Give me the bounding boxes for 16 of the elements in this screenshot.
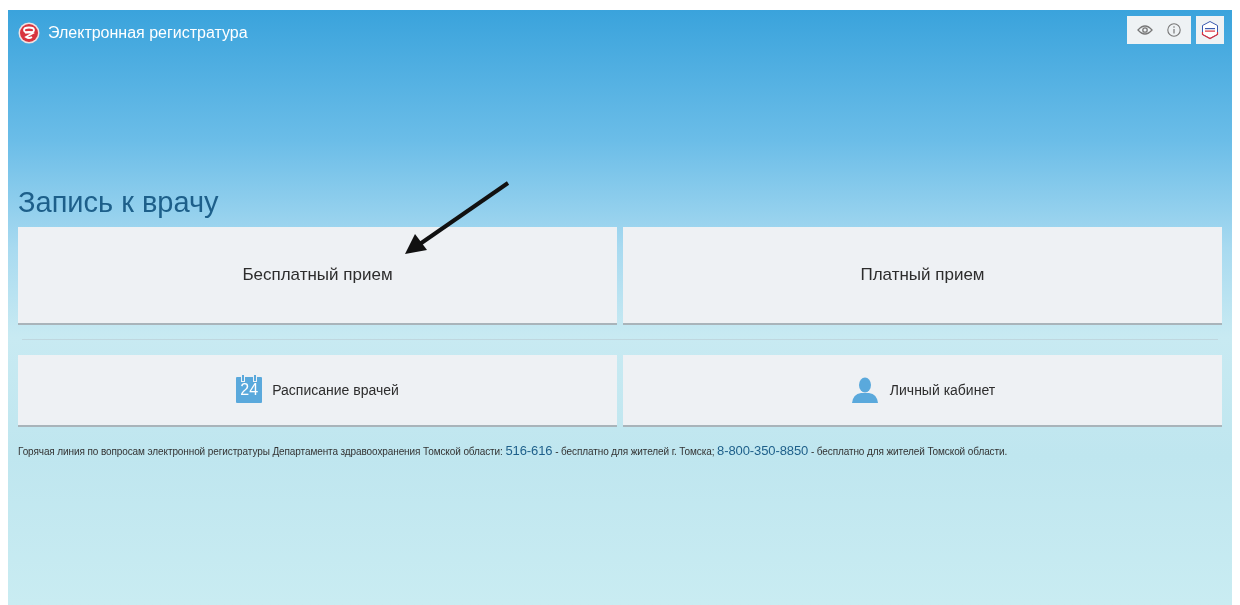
hotline-text: Горячая линия по вопросам электронной регистратуры Департамента здравоохранения Томской области: 516-616 - бесплатно для жителей г. Томска; 8-800-350-8850 - бесплатно для жителей Томской области. (18, 443, 1009, 458)
hexagon-logo-icon (1200, 20, 1220, 40)
portal-button[interactable] (1196, 16, 1224, 44)
phone-link[interactable]: 8-800-350-8850 (717, 443, 809, 458)
eye-icon (1137, 24, 1153, 36)
appointment-button[interactable]: Платный прием (623, 227, 1222, 323)
person-icon (849, 377, 880, 403)
logo-icon (18, 22, 40, 44)
phone-link[interactable]: 516-616 (505, 443, 553, 458)
app-title: Электронная регистратура (48, 24, 249, 42)
appointment-button[interactable]: Бесплатный прием (18, 227, 617, 323)
info-icon (1167, 23, 1181, 37)
schedule-button[interactable]: 24 Расписание врачей (18, 355, 617, 425)
calendar-icon: 24 (236, 377, 263, 403)
account-button[interactable]: Личный кабинет (623, 355, 1222, 425)
page-heading: Запись к врачу (18, 185, 220, 220)
